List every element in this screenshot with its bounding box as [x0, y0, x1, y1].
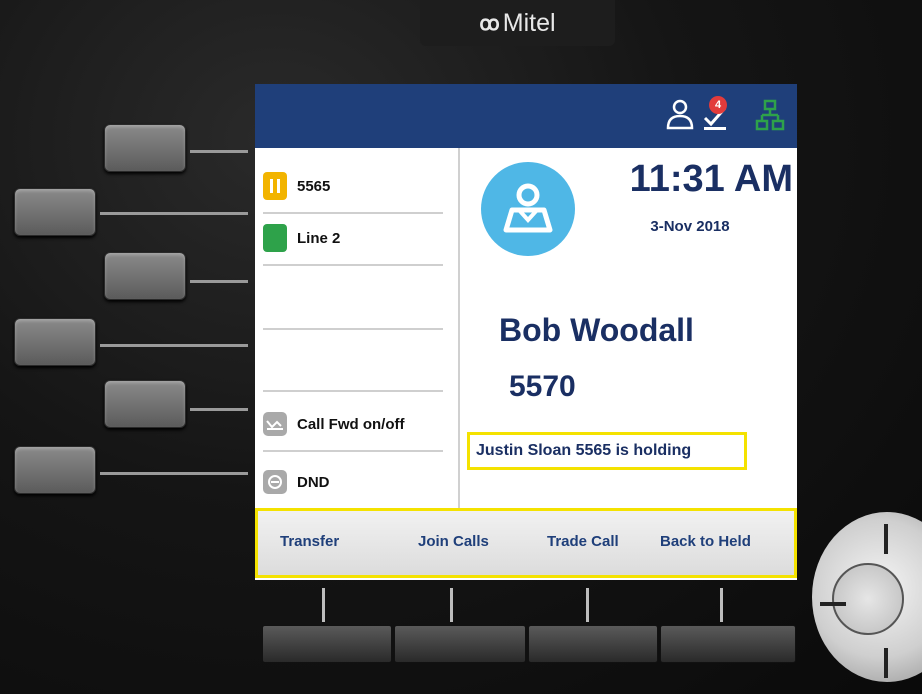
programmable-key-2[interactable]	[14, 188, 96, 236]
programmable-key-5[interactable]	[104, 380, 186, 428]
softkey-bar: Transfer Join Calls Trade Call Back to H…	[255, 508, 797, 578]
feature-key-call-fwd[interactable]: Call Fwd on/off	[263, 402, 443, 452]
line-indicator-icon	[263, 224, 287, 252]
programmable-key-4[interactable]	[14, 318, 96, 366]
key-line-mark	[190, 150, 248, 153]
softkey-tick	[720, 588, 723, 622]
line-key-5565[interactable]: 5565	[263, 164, 443, 214]
hardware-softkey-4[interactable]	[660, 625, 796, 663]
line-key-label: 5565	[297, 177, 331, 195]
status-bar: 4	[255, 84, 797, 148]
softkey-tick	[450, 588, 453, 622]
hardware-softkey-2[interactable]	[394, 625, 526, 663]
divider	[263, 212, 443, 214]
dnd-icon	[263, 470, 287, 494]
contacts-icon[interactable]	[665, 98, 695, 132]
line-panel: 5565 Line 2 Call Fwd on/off DND	[255, 148, 460, 508]
voicemail-count-badge: 4	[709, 96, 727, 114]
feature-key-label: DND	[297, 473, 330, 491]
page-indicator	[510, 502, 530, 515]
softkey-tick	[586, 588, 589, 622]
pause-icon	[263, 172, 287, 200]
clock-date: 3-Nov 2018	[650, 218, 730, 235]
divider	[263, 264, 443, 266]
feature-key-dnd[interactable]: DND	[263, 460, 443, 504]
programmable-key-1[interactable]	[104, 124, 186, 172]
softkey-trade-call[interactable]: Trade Call	[547, 533, 619, 550]
nav-select-button[interactable]	[832, 563, 904, 635]
divider	[263, 328, 443, 330]
hold-status-message: Justin Sloan 5565 is holding	[467, 432, 747, 470]
network-icon	[755, 99, 785, 131]
key-line-mark	[190, 280, 248, 283]
mitel-logo: ꝏ Mitel	[420, 0, 615, 46]
programmable-key-3[interactable]	[104, 252, 186, 300]
line-key-line-2[interactable]: Line 2	[263, 216, 443, 266]
key-line-mark	[100, 472, 248, 475]
caller-avatar	[481, 162, 575, 256]
programmable-key-6[interactable]	[14, 446, 96, 494]
feature-key-label: Call Fwd on/off	[297, 415, 405, 433]
clock-time: 11:31 AM	[629, 158, 793, 200]
nav-left-icon	[820, 602, 846, 606]
softkey-back-to-held[interactable]: Back to Held	[660, 533, 751, 550]
contact-icon	[503, 183, 553, 233]
line-key-label: Line 2	[297, 229, 341, 247]
key-line-mark	[100, 212, 248, 215]
caller-name: Bob Woodall	[499, 312, 694, 348]
caller-number: 5570	[509, 370, 576, 403]
nav-down-icon	[884, 648, 888, 678]
mitel-logo-glyph: ꝏ	[479, 12, 499, 35]
hardware-softkey-3[interactable]	[528, 625, 658, 663]
key-line-mark	[190, 408, 248, 411]
divider	[263, 390, 443, 392]
hardware-softkey-1[interactable]	[262, 625, 392, 663]
nav-up-icon	[884, 524, 888, 554]
divider	[263, 450, 443, 452]
key-line-mark	[100, 344, 248, 347]
softkey-transfer[interactable]: Transfer	[280, 533, 339, 550]
softkey-join-calls[interactable]: Join Calls	[418, 533, 489, 550]
phone-screen: 4 5565 Line 2 Call Fwd on/off DND 11:31 …	[255, 84, 797, 580]
softkey-tick	[322, 588, 325, 622]
brand-name: Mitel	[502, 8, 556, 37]
call-forward-icon	[263, 412, 287, 436]
